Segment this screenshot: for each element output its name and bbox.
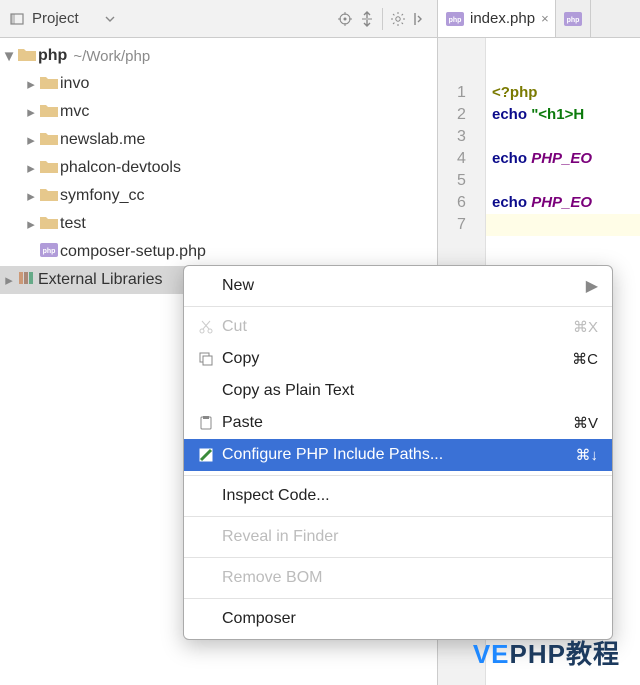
folder-item[interactable]: ▸symfony_cc (0, 182, 437, 210)
copy-icon (198, 351, 222, 367)
configure-icon (198, 447, 222, 463)
menu-composer[interactable]: Composer (184, 603, 612, 635)
tab-index-php[interactable]: php index.php × (438, 0, 556, 37)
panel-title: Project (32, 10, 79, 27)
menu-configure-include-paths[interactable]: Configure PHP Include Paths...⌘↓ (184, 439, 612, 471)
chevron-right-icon[interactable]: ▸ (22, 159, 40, 177)
folder-item[interactable]: ▸phalcon-devtools (0, 154, 437, 182)
root-path: ~/Work/php (73, 48, 150, 65)
folder-icon (40, 159, 60, 177)
folder-icon (40, 215, 60, 233)
folder-icon (40, 103, 60, 121)
context-menu: New▶ Cut⌘X Copy⌘C Copy as Plain Text Pas… (183, 265, 613, 640)
target-icon[interactable] (334, 8, 356, 30)
menu-remove-bom: Remove BOM (184, 562, 612, 594)
php-file-icon: php (40, 243, 60, 261)
gear-icon[interactable] (387, 8, 409, 30)
chevron-down-icon[interactable] (99, 8, 121, 30)
menu-cut: Cut⌘X (184, 311, 612, 343)
chevron-right-icon[interactable]: ▸ (22, 187, 40, 205)
close-icon[interactable]: × (541, 11, 549, 26)
project-panel-header[interactable]: Project (0, 0, 438, 37)
php-file-icon: php (562, 8, 584, 30)
project-root[interactable]: ▼ php ~/Work/php (0, 42, 437, 70)
file-item[interactable]: phpcomposer-setup.php (0, 238, 437, 266)
paste-icon (198, 415, 222, 431)
menu-reveal-finder: Reveal in Finder (184, 521, 612, 553)
folder-icon (40, 131, 60, 149)
watermark: VEPHP教程 (473, 634, 620, 671)
menu-inspect-code[interactable]: Inspect Code... (184, 480, 612, 512)
tab-label: index.php (470, 10, 535, 27)
library-icon (18, 271, 38, 289)
project-view-icon (6, 8, 28, 30)
submenu-arrow-icon: ▶ (586, 276, 598, 296)
cut-icon (198, 319, 222, 335)
menu-copy[interactable]: Copy⌘C (184, 343, 612, 375)
tab-overflow[interactable]: php (556, 0, 591, 37)
editor-tabs: php index.php × php (438, 0, 640, 37)
folder-icon (40, 75, 60, 93)
chevron-right-icon[interactable]: ▸ (22, 215, 40, 233)
svg-text:php: php (43, 248, 56, 255)
folder-icon (40, 187, 60, 205)
svg-text:php: php (566, 17, 579, 24)
chevron-right-icon[interactable]: ▸ (22, 103, 40, 121)
chevron-down-icon[interactable]: ▼ (0, 48, 18, 65)
chevron-right-icon[interactable]: ▸ (0, 271, 18, 289)
folder-item[interactable]: ▸newslab.me (0, 126, 437, 154)
folder-icon (18, 47, 38, 65)
chevron-right-icon[interactable]: ▸ (22, 131, 40, 149)
chevron-right-icon[interactable]: ▸ (22, 75, 40, 93)
root-name: php (38, 47, 67, 65)
scroll-from-source-icon[interactable] (356, 8, 378, 30)
menu-copy-plain[interactable]: Copy as Plain Text (184, 375, 612, 407)
menu-paste[interactable]: Paste⌘V (184, 407, 612, 439)
folder-item[interactable]: ▸test (0, 210, 437, 238)
folder-item[interactable]: ▸mvc (0, 98, 437, 126)
collapse-icon[interactable] (409, 8, 431, 30)
php-file-icon: php (444, 8, 466, 30)
folder-item[interactable]: ▸invo (0, 70, 437, 98)
svg-text:php: php (449, 17, 462, 24)
menu-new[interactable]: New▶ (184, 270, 612, 302)
